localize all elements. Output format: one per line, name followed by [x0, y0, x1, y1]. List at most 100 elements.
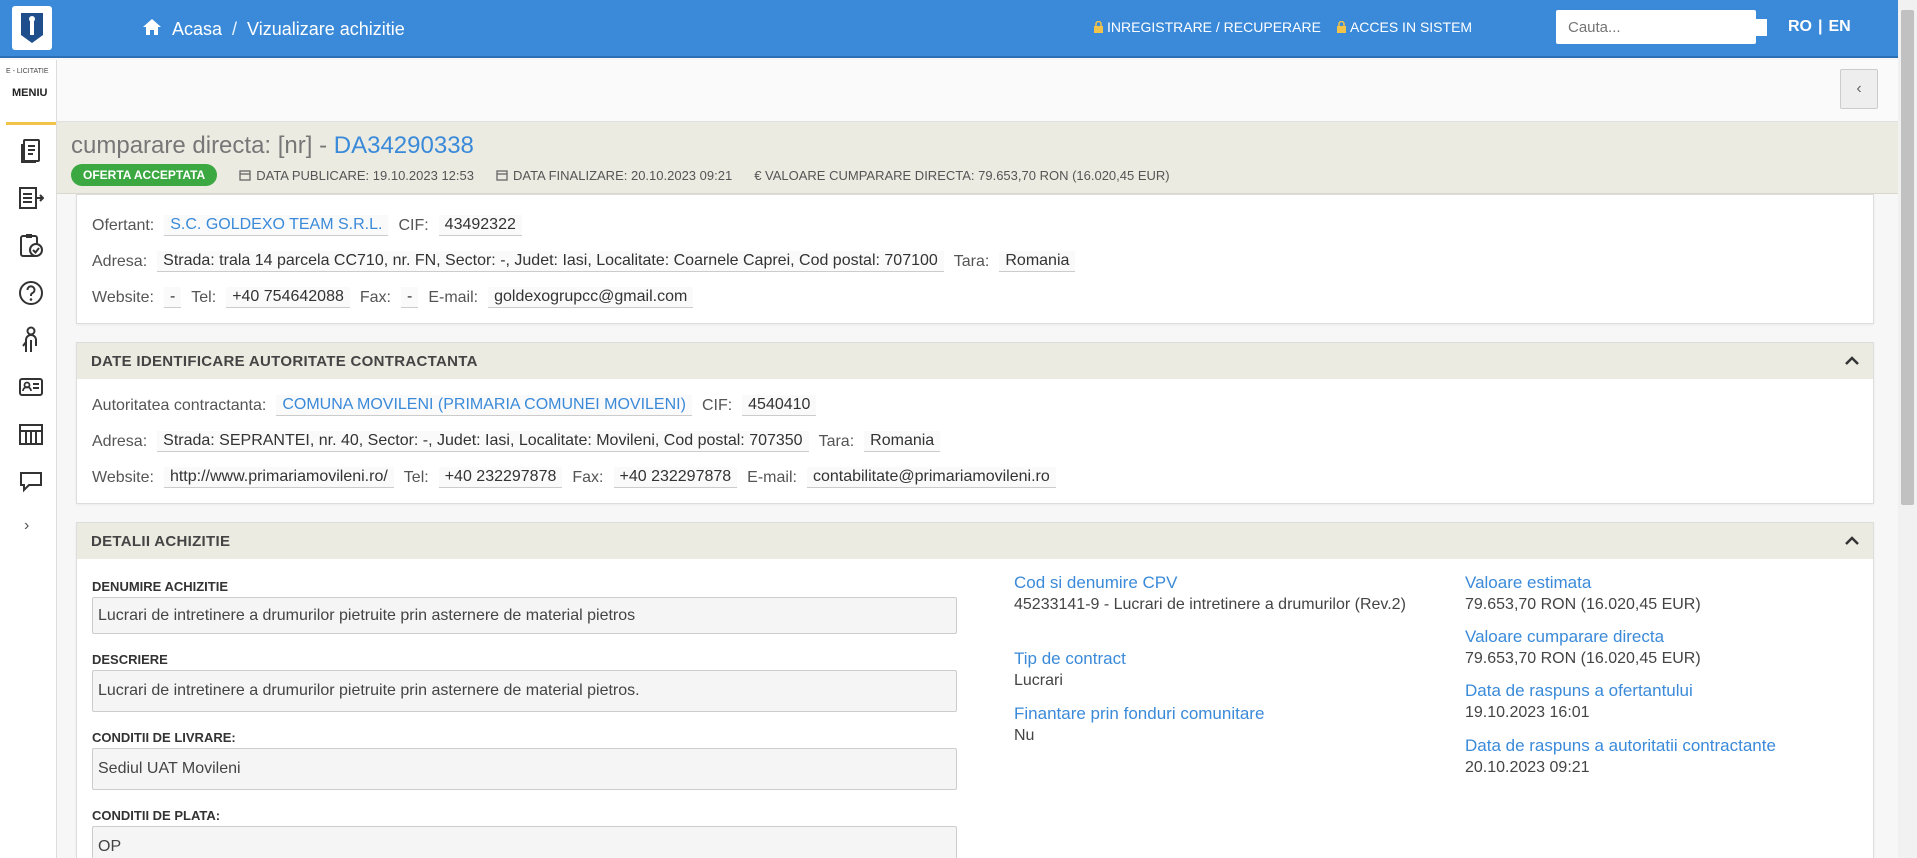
direct-value: 79.653,70 RON (16.020,45 EUR)	[1465, 650, 1701, 667]
breadcrumb-current: Vizualizare achizitie	[247, 19, 405, 39]
estimated-value-title: Valoare estimata	[1465, 573, 1592, 592]
contract-type-title: Tip de contract	[1014, 649, 1126, 668]
bidder-row-2: Adresa: Strada: trala 14 parcela CC710, …	[92, 251, 1076, 272]
procurement-name-label: DENUMIRE ACHIZITIE	[92, 579, 229, 594]
authority-fax-label: Fax:	[572, 468, 604, 486]
home-icon[interactable]	[142, 18, 162, 41]
sidebar: E - LICITATIE MENIU ›	[0, 60, 57, 858]
lock-icon	[1336, 21, 1346, 33]
chevron-up-icon[interactable]	[1845, 353, 1859, 370]
register-label: INREGISTRARE / RECUPERARE	[1107, 19, 1321, 35]
lang-en[interactable]: EN	[1828, 18, 1850, 36]
bidder-name[interactable]: S.C. GOLDEXO TEAM S.R.L.	[164, 215, 389, 236]
authority-website[interactable]: http://www.primariamovileni.ro/	[163, 467, 394, 488]
menu-label[interactable]: MENIU	[12, 87, 47, 99]
publish-date: DATA PUBLICARE: 19.10.2023 12:53	[239, 168, 474, 183]
building-icon[interactable]	[17, 420, 45, 448]
bidder-cif: 43492322	[438, 215, 522, 236]
bidder-response-date-title: Data de raspuns a ofertantului	[1465, 681, 1693, 700]
meta-row: OFERTA ACCEPTATA DATA PUBLICARE: 19.10.2…	[71, 164, 1170, 186]
bidder-response-date: 19.10.2023 16:01	[1465, 704, 1590, 721]
scrollbar-thumb[interactable]	[1901, 10, 1914, 505]
collapse-button[interactable]: ‹	[1840, 69, 1878, 109]
bidder-country: Romania	[999, 251, 1076, 272]
help-icon[interactable]	[17, 279, 45, 307]
lang-separator: |	[1818, 18, 1823, 35]
payment-conditions-field: OP	[92, 826, 957, 858]
authority-row-3: Website: http://www.primariamovileni.ro/…	[92, 467, 1056, 488]
clipboard-check-icon[interactable]	[17, 231, 45, 259]
authority-cif-label: CIF:	[701, 396, 733, 414]
bidder-address: Strada: trala 14 parcela CC710, nr. FN, …	[157, 251, 944, 272]
bidder-website-label: Website:	[92, 288, 154, 306]
login-link[interactable]: ACCES IN SISTEM	[1336, 19, 1473, 35]
authority-name[interactable]: COMUNA MOVILENI (PRIMARIA COMUNEI MOVILE…	[276, 395, 692, 416]
authority-section-header[interactable]: DATE IDENTIFICARE AUTORITATE CONTRACTANT…	[77, 343, 1873, 379]
page-title-prefix: cumparare directa: [nr] -	[71, 132, 334, 159]
id-card-icon[interactable]	[17, 373, 45, 401]
login-label: ACCES IN SISTEM	[1349, 19, 1473, 35]
lang-ro[interactable]: RO	[1788, 18, 1812, 36]
authority-response-date-title: Data de raspuns a autoritatii contractan…	[1465, 736, 1776, 755]
breadcrumb-home[interactable]: Acasa	[172, 19, 222, 40]
estimated-value: 79.653,70 RON (16.020,45 EUR)	[1465, 596, 1701, 613]
authority-cif: 4540410	[742, 395, 817, 416]
bidder-website: -	[163, 287, 182, 308]
delivery-conditions-field: Sediul UAT Movileni	[92, 748, 957, 790]
authority-website-label: Website:	[92, 468, 154, 486]
language-switch: RO | EN	[1788, 18, 1851, 36]
bidder-label: Ofertant:	[92, 216, 155, 234]
list-export-icon[interactable]	[17, 184, 45, 212]
bidder-row-1: Ofertant: S.C. GOLDEXO TEAM S.R.L. CIF: …	[92, 215, 522, 236]
details-section-header[interactable]: DETALII ACHIZITIE	[77, 523, 1873, 559]
eu-funds-title: Finantare prin fonduri comunitare	[1014, 704, 1265, 723]
register-link[interactable]: INREGISTRARE / RECUPERARE	[1094, 19, 1321, 35]
menu-underline	[6, 122, 56, 125]
description-field: Lucrari de intretinere a drumurilor piet…	[92, 670, 957, 712]
bidder-cif-label: CIF:	[398, 216, 429, 234]
authority-row-2: Adresa: Strada: SEPRANTEI, nr. 40, Secto…	[92, 431, 941, 452]
details-section-title: DETALII ACHIZITIE	[91, 532, 231, 550]
payment-conditions-label: CONDITII DE PLATA:	[92, 808, 221, 823]
search-input[interactable]	[1568, 18, 1767, 36]
chevron-up-icon[interactable]	[1845, 533, 1859, 550]
calendar-icon	[239, 170, 251, 181]
description-label: DESCRIERE	[92, 652, 168, 667]
authority-card: DATE IDENTIFICARE AUTORITATE CONTRACTANT…	[76, 342, 1874, 504]
document-icon[interactable]	[17, 137, 45, 165]
sidebar-brand: E - LICITATIE	[6, 68, 49, 75]
logo[interactable]	[12, 6, 52, 50]
authority-label: Autoritatea contractanta:	[92, 396, 267, 414]
person-icon[interactable]	[17, 326, 45, 354]
authority-row-1: Autoritatea contractanta: COMUNA MOVILEN…	[92, 395, 817, 416]
auth-links: INREGISTRARE / RECUPERARE ACCES IN SISTE…	[1094, 19, 1472, 35]
eu-funds-value: Nu	[1014, 727, 1035, 744]
procurement-name-value: Lucrari de intretinere a drumurilor piet…	[98, 606, 636, 624]
contract-type-value: Lucrari	[1014, 672, 1063, 689]
final-date-text: DATA FINALIZARE: 20.10.2023 09:21	[512, 167, 733, 183]
top-bar: Acasa / Vizualizare achizitie INREGISTRA…	[0, 0, 1898, 58]
authority-country: Romania	[864, 431, 941, 452]
cpv-value: 45233141-9 - Lucrari de intretinere a dr…	[1014, 596, 1406, 613]
scrollbar[interactable]	[1898, 0, 1917, 858]
logo-icon	[21, 13, 43, 43]
calendar-icon	[496, 170, 508, 181]
search-box	[1556, 10, 1767, 44]
payment-conditions-value: OP	[98, 838, 122, 855]
authority-tel: +40 232297878	[438, 467, 563, 488]
status-badge: OFERTA ACCEPTATA	[71, 164, 218, 186]
bidder-fax: -	[400, 287, 419, 308]
bidder-row-3: Website: - Tel: +40 754642088 Fax: - E-m…	[92, 287, 694, 308]
chevron-left-icon: ‹	[1856, 80, 1862, 97]
delivery-conditions-value: Sediul UAT Movileni	[98, 760, 241, 777]
chat-icon[interactable]	[17, 467, 45, 495]
publish-date-text: DATA PUBLICARE: 19.10.2023 12:53	[256, 167, 474, 183]
sidebar-expand-icon[interactable]: ›	[24, 517, 29, 535]
authority-email-label: E-mail:	[747, 468, 797, 486]
page-title: cumparare directa: [nr] - DA34290338	[71, 132, 474, 160]
authority-fax: +40 232297878	[613, 467, 738, 488]
authority-address-label: Adresa:	[92, 432, 148, 450]
breadcrumb-separator: /	[232, 19, 238, 39]
page-header: cumparare directa: [nr] - DA34290338 OFE…	[57, 122, 1898, 194]
bidder-tel: +40 754642088	[226, 287, 350, 308]
